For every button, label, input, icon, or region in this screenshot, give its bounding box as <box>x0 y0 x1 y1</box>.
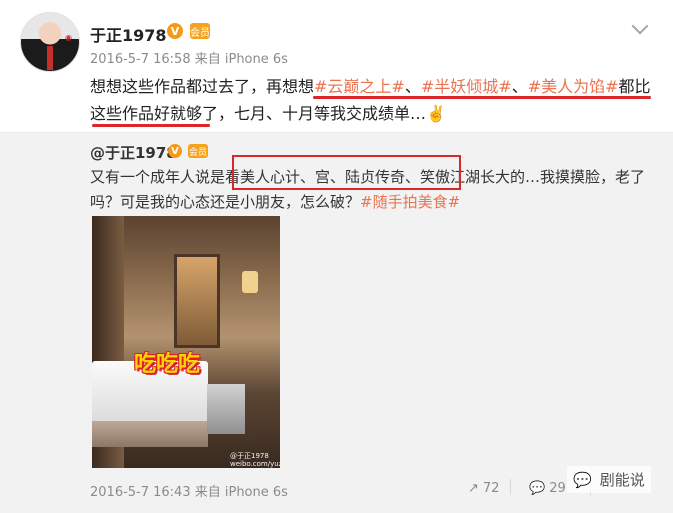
divider <box>510 479 511 495</box>
annotation-underline <box>92 124 210 127</box>
repost-hashtag[interactable]: #随手拍美食# <box>360 193 460 211</box>
hotel-room-photo[interactable]: 吃吃吃 @于正1978 weibo.com/yuzheng <box>92 216 280 468</box>
post-meta: 2016-5-7 16:58 来自 iPhone 6s <box>90 52 288 67</box>
brand-name: 剧能说 <box>599 471 645 489</box>
photo-sticker: 吃吃吃 <box>134 352 201 377</box>
repost-username[interactable]: @于正1978 <box>90 142 177 163</box>
photo-watermark: @于正1978 weibo.com/yuzheng <box>230 452 280 468</box>
verified-icon: V <box>168 144 182 158</box>
annotation-box <box>232 155 461 190</box>
post-text: 想想这些作品都过去了，再想想#云巅之上#、#半妖倾城#、#美人为馅#都比这些作品… <box>90 73 655 127</box>
hashtag-2[interactable]: #半妖倾城# <box>421 77 512 96</box>
verified-icon: V <box>167 23 183 39</box>
repost-meta: 2016-5-7 16:43 来自 iPhone 6s <box>90 485 288 500</box>
hashtag-3[interactable]: #美人为馅# <box>528 77 619 96</box>
avatar-tie <box>47 46 53 70</box>
comment-action[interactable]: 💬 29 <box>529 481 566 496</box>
post-text-part: 想想这些作品都过去了，再想想 <box>90 77 315 96</box>
comment-count: 29 <box>549 481 566 496</box>
photo-lamp <box>242 271 258 293</box>
chevron-down-icon[interactable] <box>631 17 649 35</box>
annotation-underline <box>313 96 651 99</box>
share-icon: ↗ <box>468 481 479 496</box>
photo-bed-base <box>92 421 208 447</box>
forward-count: 72 <box>482 481 500 496</box>
photo-bench <box>207 384 245 434</box>
wechat-icon: 💬 <box>573 470 592 489</box>
comment-icon: 💬 <box>529 481 546 496</box>
avatar[interactable]: ◉ <box>20 12 80 72</box>
hashtag-1[interactable]: #云巅之上# <box>314 77 405 96</box>
forward-action[interactable]: ↗ 72 <box>468 481 499 496</box>
brand-watermark: 💬 剧能说 <box>567 466 651 493</box>
post-username[interactable]: 于正1978 <box>90 22 167 46</box>
photo-window <box>174 254 220 348</box>
member-badge-icon: 会员 <box>190 23 210 39</box>
post-text-part: 、 <box>511 77 528 96</box>
avatar-stamp: ◉ <box>65 33 72 42</box>
member-badge-icon: 会员 <box>188 144 208 158</box>
post-text-part: 、 <box>404 77 421 96</box>
